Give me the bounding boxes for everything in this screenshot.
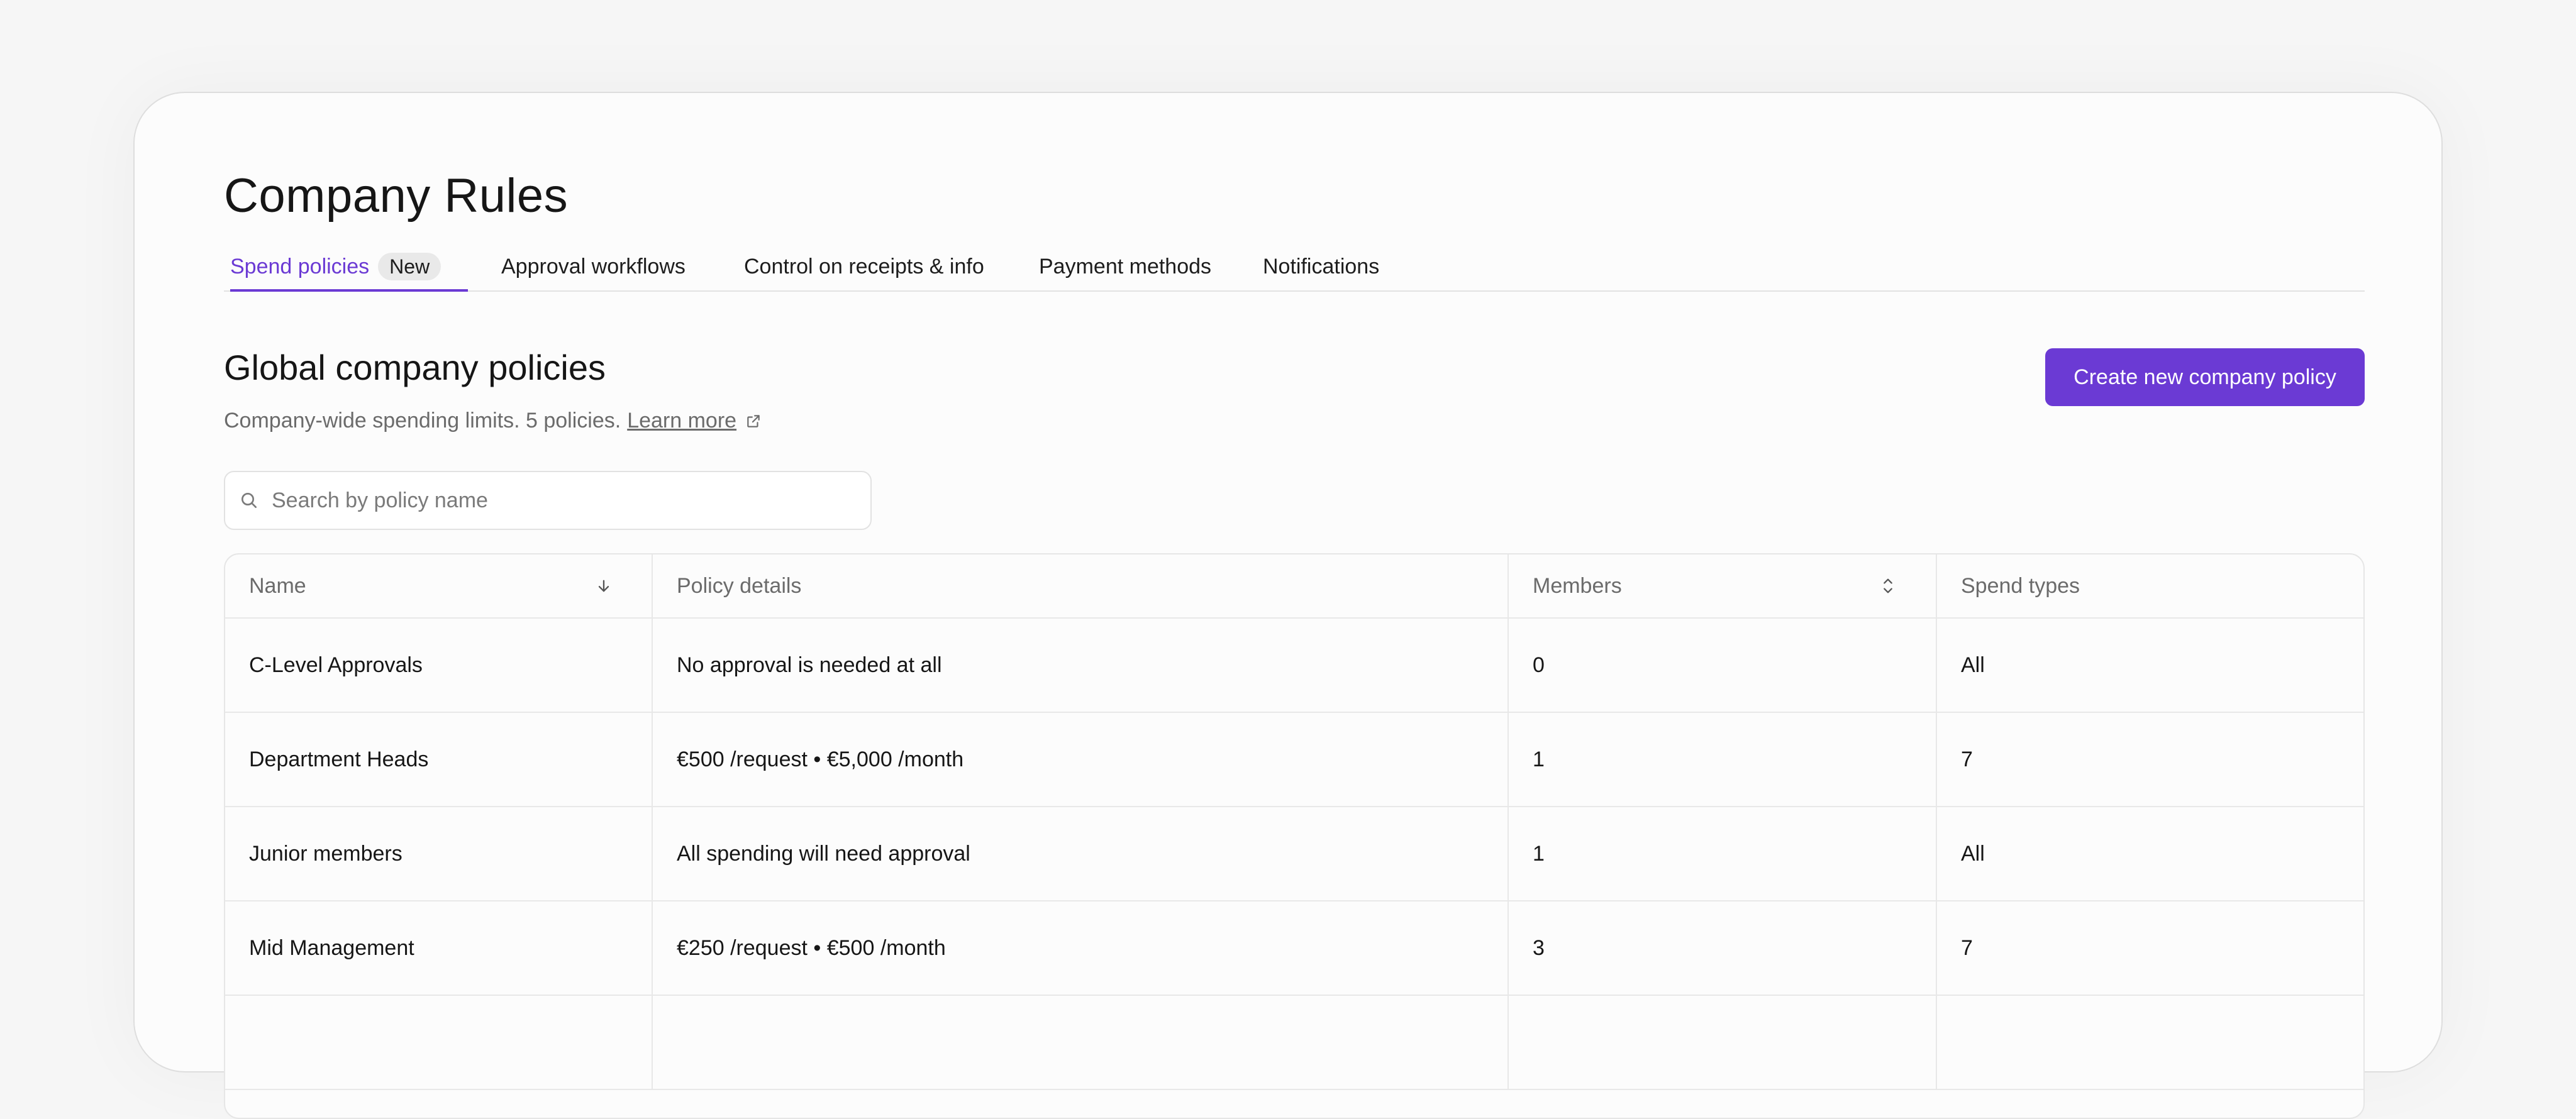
new-badge: New [378,253,441,280]
column-header-label: Spend types [1961,573,2080,598]
table-row[interactable]: C-Level Approvals No approval is needed … [225,619,2363,713]
tab-notifications[interactable]: Notifications [1263,253,1379,290]
cell-name: Junior members [225,807,653,900]
column-header-label: Name [249,573,306,598]
tab-bar: Spend policies New Approval workflows Con… [224,253,2365,292]
cell-name: C-Level Approvals [225,619,653,712]
tab-payment-methods[interactable]: Payment methods [1039,253,1211,290]
subtitle-text: Company-wide spending limits. 5 policies… [224,409,621,433]
search-field[interactable] [224,471,872,530]
cell-spend-types [1937,996,2363,1089]
cell-spend-types: 7 [1961,935,1973,960]
arrow-down-icon[interactable] [595,577,613,595]
table-row[interactable]: Department Heads €500 /request • €5,000 … [225,713,2363,807]
tab-spend-policies[interactable]: Spend policies New [230,253,468,292]
learn-more-link[interactable]: Learn more [627,409,736,433]
chevron-up-down-icon[interactable] [1879,576,1897,596]
cell-members: 0 [1509,619,1937,712]
table-row[interactable] [225,996,2363,1090]
settings-card: Company Rules Spend policies New Approval… [133,92,2443,1119]
tab-label: Control on receipts & info [744,255,984,278]
column-header-spend-types: Spend types [1937,554,2363,617]
page-title: Company Rules [224,169,569,223]
tab-label: Approval workflows [501,255,686,278]
table-row[interactable]: Junior members All spending will need ap… [225,807,2363,901]
tab-label: Notifications [1263,255,1380,278]
tab-approval-workflows[interactable]: Approval workflows [501,253,686,290]
column-header-details: Policy details [653,554,1509,617]
external-link-icon[interactable] [745,413,762,429]
table-header: Name Policy details Members Spend types [225,554,2363,619]
cell-spend-types: 7 [1961,747,1973,771]
cell-spend-types: All [1961,653,1985,677]
cell-spend-types: All [1961,841,1985,866]
column-header-label: Policy details [677,573,802,598]
section-subtitle: Company-wide spending limits. 5 policies… [224,409,762,433]
tab-control-receipts[interactable]: Control on receipts & info [744,253,984,290]
cell-members: 1 [1509,713,1937,806]
column-header-label: Members [1533,573,1622,598]
search-input[interactable] [270,487,839,514]
column-header-name[interactable]: Name [225,554,653,617]
cell-details: €500 /request • €5,000 /month [653,713,1509,806]
tab-label: Spend policies [230,255,370,278]
section-title: Global company policies [224,348,606,387]
cell-members: 1 [1509,807,1937,900]
policies-table: Name Policy details Members Spend types … [224,553,2365,1119]
cell-members: 3 [1509,901,1937,995]
cell-name: Department Heads [225,713,653,806]
cell-details: €250 /request • €500 /month [653,901,1509,995]
search-icon [239,490,259,510]
create-policy-button[interactable]: Create new company policy [2045,348,2365,406]
table-row[interactable]: Mid Management €250 /request • €500 /mon… [225,901,2363,996]
cell-name: Mid Management [225,901,653,995]
cell-name [225,996,653,1089]
cell-details: No approval is needed at all [653,619,1509,712]
cell-details [653,996,1509,1089]
cell-details: All spending will need approval [653,807,1509,900]
tab-label: Payment methods [1039,255,1212,278]
column-header-members[interactable]: Members [1509,554,1937,617]
cell-members [1509,996,1937,1089]
